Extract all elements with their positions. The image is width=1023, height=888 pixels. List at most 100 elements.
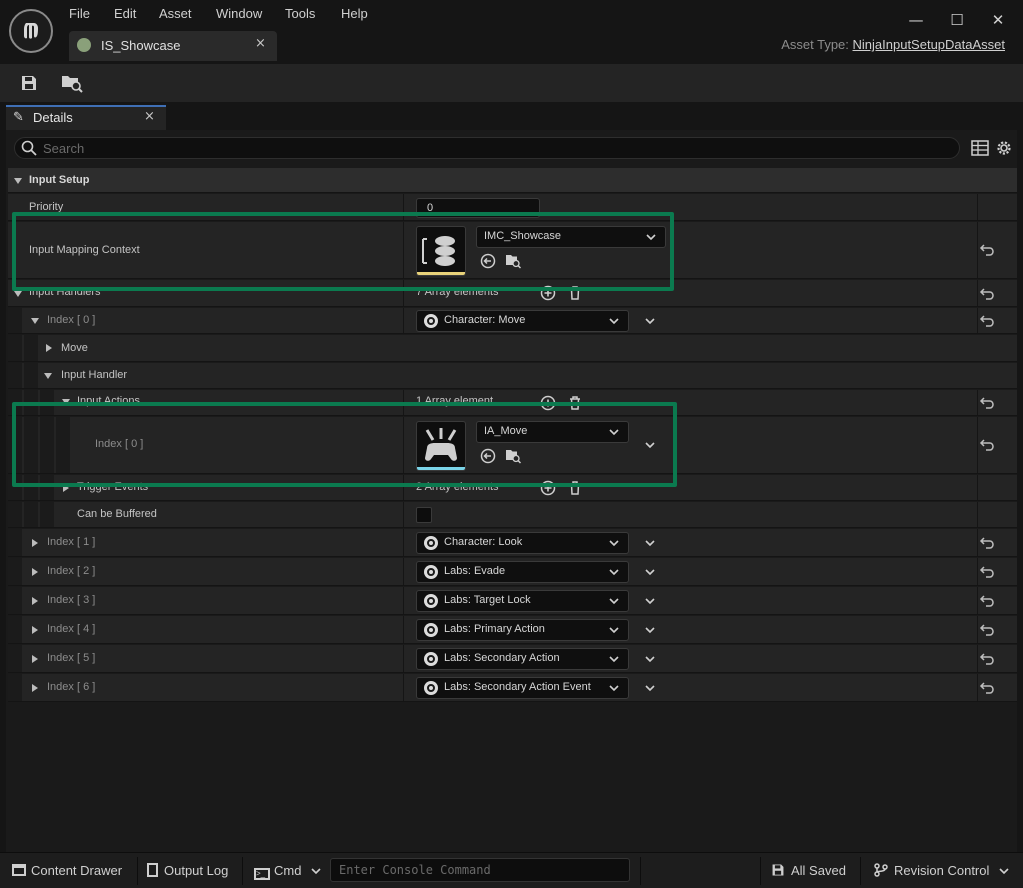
input-handler-class-picker[interactable]: Labs: Target Lock bbox=[416, 590, 629, 612]
input-handler-class-value: Character: Look bbox=[444, 536, 523, 548]
menu-edit[interactable]: Edit bbox=[114, 6, 136, 24]
revision-control-dropdown[interactable]: Revision Control bbox=[874, 863, 1009, 878]
reset-to-default-icon[interactable] bbox=[979, 243, 995, 257]
can-be-buffered-checkbox[interactable] bbox=[416, 507, 432, 523]
maximize-button[interactable]: ☐ bbox=[945, 8, 969, 32]
collapse-arrow-icon[interactable] bbox=[14, 291, 22, 297]
array-element-options-chevron-icon[interactable] bbox=[644, 539, 656, 547]
move-row[interactable]: Move bbox=[8, 335, 1017, 362]
expand-arrow-icon[interactable] bbox=[46, 344, 52, 352]
expand-arrow-icon[interactable] bbox=[63, 484, 69, 492]
browse-to-asset-button[interactable] bbox=[59, 70, 85, 96]
input-handler-class-picker[interactable]: Labs: Evade bbox=[416, 561, 629, 583]
document-tab-close-icon[interactable]: × bbox=[255, 36, 266, 51]
reset-to-default-icon[interactable] bbox=[979, 594, 995, 608]
input-handler-index-row: Index [ 3 ] Labs: Target Lock bbox=[8, 587, 1017, 615]
input-action-thumbnail[interactable] bbox=[416, 421, 466, 471]
details-tab[interactable]: ✎ Details × bbox=[6, 105, 166, 130]
reset-to-default-icon[interactable] bbox=[979, 438, 995, 452]
class-icon bbox=[424, 536, 438, 550]
save-button[interactable] bbox=[16, 70, 42, 96]
chevron-down-icon bbox=[609, 598, 619, 605]
use-selected-asset-icon[interactable] bbox=[480, 448, 496, 464]
reset-to-default-icon[interactable] bbox=[979, 565, 995, 579]
asset-type-link[interactable]: NinjaInputSetupDataAsset bbox=[853, 37, 1005, 52]
browse-asset-icon[interactable] bbox=[505, 448, 521, 464]
revision-control-label: Revision Control bbox=[894, 863, 990, 878]
details-tab-close-icon[interactable]: × bbox=[144, 109, 155, 124]
menu-file[interactable]: File bbox=[69, 6, 90, 24]
collapse-arrow-icon[interactable] bbox=[62, 399, 70, 405]
menu-tools[interactable]: Tools bbox=[285, 6, 315, 24]
console-command-input[interactable] bbox=[330, 858, 630, 882]
reset-to-default-icon[interactable] bbox=[979, 314, 995, 328]
menu-window[interactable]: Window bbox=[216, 6, 262, 24]
input-handler-class-value: Labs: Secondary Action bbox=[444, 652, 560, 664]
array-element-options-chevron-icon[interactable] bbox=[644, 626, 656, 634]
output-log-icon bbox=[147, 863, 158, 877]
delete-all-icon[interactable] bbox=[567, 395, 583, 411]
expand-arrow-icon[interactable] bbox=[32, 539, 38, 547]
input-handler-class-picker[interactable]: Labs: Secondary Action bbox=[416, 648, 629, 670]
search-box[interactable] bbox=[14, 137, 960, 159]
cmd-dropdown[interactable]: >_ Cmd bbox=[254, 863, 321, 880]
array-element-options-chevron-icon[interactable] bbox=[644, 597, 656, 605]
input-action-asset-picker[interactable]: IA_Move bbox=[476, 421, 629, 443]
reset-to-default-icon[interactable] bbox=[979, 652, 995, 666]
settings-gear-icon[interactable] bbox=[995, 139, 1013, 157]
collapse-arrow-icon[interactable] bbox=[44, 373, 52, 379]
input-action-asset-value: IA_Move bbox=[484, 425, 528, 437]
search-input[interactable] bbox=[43, 139, 943, 157]
reset-to-default-icon[interactable] bbox=[979, 623, 995, 637]
priority-field[interactable] bbox=[416, 198, 540, 218]
expand-arrow-icon[interactable] bbox=[32, 568, 38, 576]
delete-all-icon[interactable] bbox=[567, 285, 583, 301]
class-icon bbox=[424, 594, 438, 608]
reset-to-default-icon[interactable] bbox=[979, 536, 995, 550]
trigger-events-count: 2 Array elements bbox=[416, 481, 499, 493]
input-mapping-context-row: Input Mapping Context IMC_Showcase bbox=[8, 222, 1017, 279]
expand-arrow-icon[interactable] bbox=[32, 655, 38, 663]
array-element-options-chevron-icon[interactable] bbox=[644, 317, 656, 325]
category-input-setup[interactable]: Input Setup bbox=[8, 168, 1017, 193]
expand-arrow-icon[interactable] bbox=[32, 597, 38, 605]
expand-arrow-icon[interactable] bbox=[32, 684, 38, 692]
unreal-logo-icon[interactable] bbox=[9, 9, 53, 53]
add-element-icon[interactable] bbox=[540, 480, 556, 496]
class-icon bbox=[424, 681, 438, 695]
input-handler-row[interactable]: Input Handler bbox=[8, 363, 1017, 389]
input-handler-label: Input Handler bbox=[61, 369, 128, 381]
menu-asset[interactable]: Asset bbox=[159, 6, 192, 24]
delete-all-icon[interactable] bbox=[567, 480, 583, 496]
input-handler-class-picker[interactable]: Labs: Secondary Action Event bbox=[416, 677, 629, 699]
reset-to-default-icon[interactable] bbox=[979, 396, 995, 410]
input-handler-class-picker[interactable]: Character: Move bbox=[416, 310, 629, 332]
array-element-options-chevron-icon[interactable] bbox=[644, 568, 656, 576]
close-window-button[interactable]: ✕ bbox=[986, 8, 1010, 32]
content-drawer-button[interactable]: Content Drawer bbox=[12, 863, 122, 878]
index-label: Index [ 5 ] bbox=[47, 652, 96, 664]
add-element-icon[interactable] bbox=[540, 285, 556, 301]
add-element-icon[interactable] bbox=[540, 395, 556, 411]
minimize-button[interactable]: — bbox=[904, 8, 928, 32]
priority-input[interactable] bbox=[417, 199, 539, 217]
menu-help[interactable]: Help bbox=[341, 6, 368, 24]
collapse-arrow-icon[interactable] bbox=[31, 318, 39, 324]
input-handler-class-picker[interactable]: Labs: Primary Action bbox=[416, 619, 629, 641]
trigger-events-label: Trigger Events bbox=[77, 481, 149, 493]
array-element-options-chevron-icon[interactable] bbox=[644, 684, 656, 692]
expand-arrow-icon[interactable] bbox=[32, 626, 38, 634]
output-log-button[interactable]: Output Log bbox=[147, 863, 228, 878]
imc-asset-picker[interactable]: IMC_Showcase bbox=[476, 226, 666, 248]
save-all-status-button[interactable]: All Saved bbox=[771, 863, 846, 878]
document-tab[interactable]: IS_Showcase × bbox=[69, 31, 277, 61]
browse-asset-icon[interactable] bbox=[505, 253, 521, 269]
reset-to-default-icon[interactable] bbox=[979, 681, 995, 695]
input-handler-class-picker[interactable]: Character: Look bbox=[416, 532, 629, 554]
array-element-options-chevron-icon[interactable] bbox=[644, 441, 656, 449]
property-matrix-icon[interactable] bbox=[971, 140, 989, 156]
use-selected-asset-icon[interactable] bbox=[480, 253, 496, 269]
imc-thumbnail[interactable] bbox=[416, 226, 466, 276]
array-element-options-chevron-icon[interactable] bbox=[644, 655, 656, 663]
reset-to-default-icon[interactable] bbox=[979, 287, 995, 301]
